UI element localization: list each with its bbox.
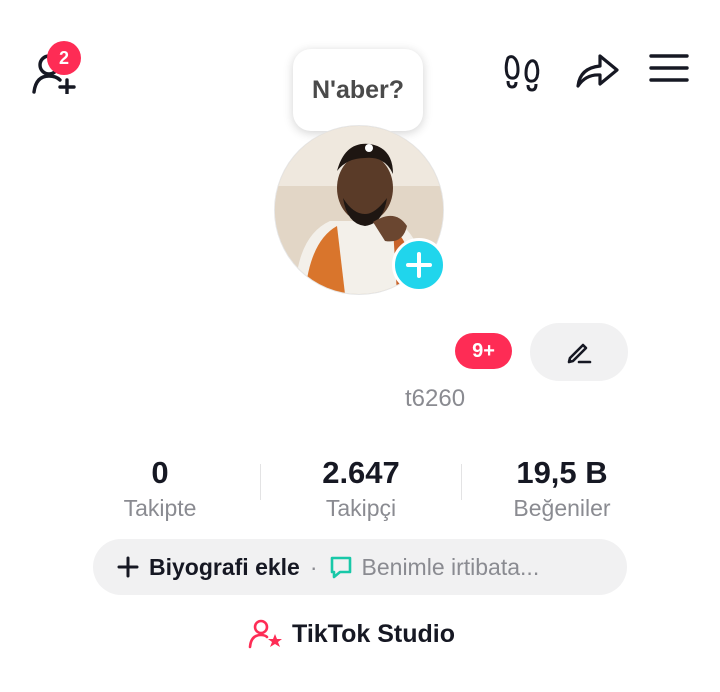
hamburger-menu-icon bbox=[649, 54, 689, 82]
username: t6260 bbox=[405, 385, 466, 412]
contact-me-button[interactable]: Benimle irtibata... bbox=[362, 554, 540, 581]
share-arrow-icon bbox=[576, 54, 619, 88]
tiktok-studio-label: TikTok Studio bbox=[292, 619, 455, 648]
following-count: 0 bbox=[151, 455, 169, 490]
following-label: Takipte bbox=[123, 495, 197, 521]
footprints-icon bbox=[504, 55, 540, 92]
tiktok-studio-link[interactable]: TikTok Studio bbox=[248, 618, 455, 650]
following-stat[interactable]: 0 Takipte bbox=[60, 455, 260, 522]
plus-icon bbox=[117, 556, 139, 578]
menu-button[interactable] bbox=[645, 48, 693, 88]
followers-count: 2.647 bbox=[322, 455, 400, 490]
chat-bubble-icon bbox=[330, 556, 351, 579]
notification-count-badge[interactable]: 9+ bbox=[455, 333, 512, 369]
add-story-button[interactable] bbox=[392, 238, 446, 292]
bio-actions-bar: Biyografi ekle · Benimle irtibata... bbox=[93, 539, 627, 595]
bio-separator: · bbox=[309, 553, 318, 580]
add-bio-button[interactable]: Biyografi ekle bbox=[149, 554, 300, 581]
plus-icon bbox=[406, 252, 432, 278]
edit-profile-button[interactable] bbox=[530, 323, 628, 381]
likes-stat[interactable]: 19,5 B Beğeniler bbox=[462, 455, 662, 522]
user-star-icon bbox=[248, 619, 282, 649]
profile-visitors-button[interactable] bbox=[497, 50, 547, 94]
likes-count: 19,5 B bbox=[516, 455, 608, 490]
followers-label: Takipçi bbox=[325, 495, 397, 521]
followers-stat[interactable]: 2.647 Takipçi bbox=[261, 455, 461, 522]
status-bubble[interactable]: N'aber? bbox=[293, 49, 423, 131]
likes-label: Beğeniler bbox=[513, 495, 611, 521]
friend-requests-badge: 2 bbox=[47, 41, 81, 75]
share-profile-button[interactable] bbox=[571, 46, 623, 94]
pencil-icon bbox=[567, 343, 592, 364]
status-bubble-text: N'aber? bbox=[311, 75, 405, 104]
